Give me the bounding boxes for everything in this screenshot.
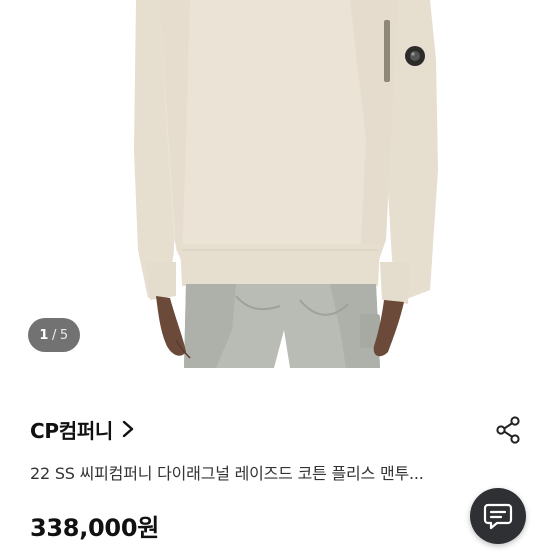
product-image-carousel[interactable]: 1 / 5 (0, 0, 554, 368)
image-counter-total: 5 (59, 327, 69, 343)
chevron-right-icon (121, 419, 137, 439)
image-counter-current: 1 (39, 327, 49, 343)
share-button[interactable] (488, 410, 528, 450)
product-price: 338,000원 (30, 514, 159, 542)
chat-button[interactable] (470, 488, 526, 544)
shop-link[interactable]: CP컴퍼니 (30, 412, 137, 446)
chat-bubble-icon (483, 503, 513, 530)
shop-name: CP컴퍼니 (30, 418, 114, 443)
product-detail-page: 1 / 5 CP컴퍼니 22 SS 씨피컴퍼니 다이래그널 레이즈드 코튼 플리… (0, 0, 554, 554)
image-counter-badge: 1 / 5 (28, 318, 80, 352)
product-title: 22 SS 씨피컴퍼니 다이래그널 레이즈드 코튼 플리스 맨투... (30, 464, 424, 483)
product-photo (134, 0, 438, 368)
image-counter-separator: / (51, 327, 57, 343)
share-icon (496, 416, 520, 444)
